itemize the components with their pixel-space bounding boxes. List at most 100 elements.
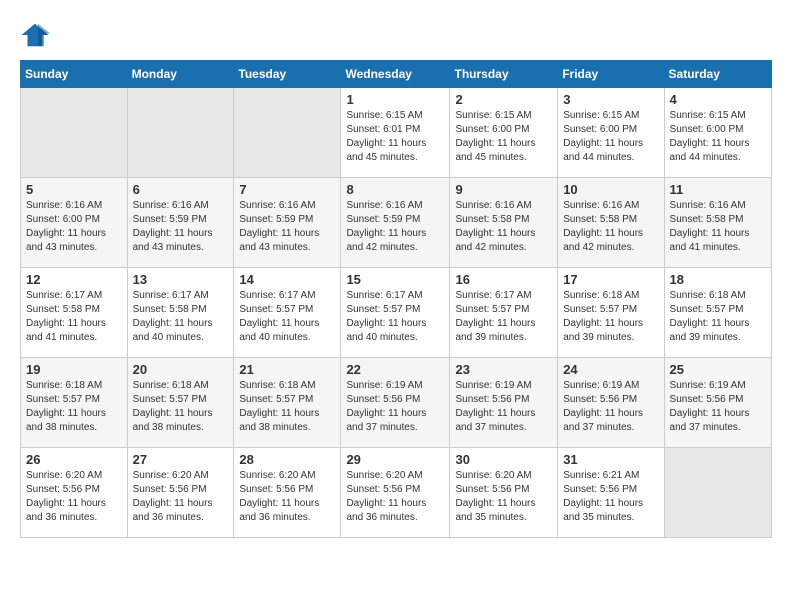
day-info: Sunrise: 6:16 AM Sunset: 5:58 PM Dayligh… — [455, 199, 552, 255]
day-number: 17 — [563, 272, 658, 287]
day-cell: 15 Sunrise: 6:17 AM Sunset: 5:57 PM Dayli… — [341, 268, 450, 358]
weekday-header-saturday: Saturday — [664, 61, 771, 88]
day-cell: 27 Sunrise: 6:20 AM Sunset: 5:56 PM Dayli… — [127, 448, 234, 538]
day-info: Sunrise: 6:18 AM Sunset: 5:57 PM Dayligh… — [670, 289, 766, 345]
day-info: Sunrise: 6:20 AM Sunset: 5:56 PM Dayligh… — [133, 469, 229, 525]
calendar-body: 1 Sunrise: 6:15 AM Sunset: 6:01 PM Daylig… — [21, 88, 772, 538]
day-cell: 13 Sunrise: 6:17 AM Sunset: 5:58 PM Dayli… — [127, 268, 234, 358]
day-number: 31 — [563, 452, 658, 467]
day-cell: 25Sunrise: 6:19 AM Sunset: 5:56 PM Dayli… — [664, 358, 771, 448]
page-header — [20, 20, 772, 50]
day-number: 20 — [133, 362, 229, 377]
day-number: 14 — [239, 272, 335, 287]
day-info: Sunrise: 6:21 AM Sunset: 5:56 PM Dayligh… — [563, 469, 658, 525]
day-number: 26 — [26, 452, 122, 467]
day-info: Sunrise: 6:15 AM Sunset: 6:01 PM Dayligh… — [346, 109, 444, 165]
day-cell: 26 Sunrise: 6:20 AM Sunset: 5:56 PM Dayli… — [21, 448, 128, 538]
day-cell: 29Sunrise: 6:20 AM Sunset: 5:56 PM Dayli… — [341, 448, 450, 538]
day-info: Sunrise: 6:17 AM Sunset: 5:58 PM Dayligh… — [26, 289, 122, 345]
day-cell: 20 Sunrise: 6:18 AM Sunset: 5:57 PM Dayli… — [127, 358, 234, 448]
day-number: 19 — [26, 362, 122, 377]
day-number: 5 — [26, 182, 122, 197]
day-number: 27 — [133, 452, 229, 467]
day-info: Sunrise: 6:20 AM Sunset: 5:56 PM Dayligh… — [346, 469, 444, 525]
day-number: 4 — [670, 92, 766, 107]
day-number: 10 — [563, 182, 658, 197]
day-cell: 10 Sunrise: 6:16 AM Sunset: 5:58 PM Dayli… — [558, 178, 664, 268]
day-info: Sunrise: 6:19 AM Sunset: 5:56 PM Dayligh… — [455, 379, 552, 435]
day-number: 7 — [239, 182, 335, 197]
day-info: Sunrise: 6:16 AM Sunset: 5:58 PM Dayligh… — [563, 199, 658, 255]
day-cell: 4 Sunrise: 6:15 AM Sunset: 6:00 PM Daylig… — [664, 88, 771, 178]
day-number: 16 — [455, 272, 552, 287]
day-info: Sunrise: 6:16 AM Sunset: 5:59 PM Dayligh… — [346, 199, 444, 255]
day-info: Sunrise: 6:18 AM Sunset: 5:57 PM Dayligh… — [133, 379, 229, 435]
week-row-2: 5 Sunrise: 6:16 AM Sunset: 6:00 PM Daylig… — [21, 178, 772, 268]
day-info: Sunrise: 6:19 AM Sunset: 5:56 PM Dayligh… — [346, 379, 444, 435]
day-info: Sunrise: 6:19 AM Sunset: 5:56 PM Dayligh… — [670, 379, 766, 435]
day-cell: 30Sunrise: 6:20 AM Sunset: 5:56 PM Dayli… — [450, 448, 558, 538]
day-number: 8 — [346, 182, 444, 197]
day-number: 21 — [239, 362, 335, 377]
day-cell: 9 Sunrise: 6:16 AM Sunset: 5:58 PM Daylig… — [450, 178, 558, 268]
day-cell: 31 Sunrise: 6:21 AM Sunset: 5:56 PM Dayli… — [558, 448, 664, 538]
day-number: 23 — [455, 362, 552, 377]
day-info: Sunrise: 6:15 AM Sunset: 6:00 PM Dayligh… — [455, 109, 552, 165]
day-info: Sunrise: 6:20 AM Sunset: 5:56 PM Dayligh… — [239, 469, 335, 525]
day-info: Sunrise: 6:16 AM Sunset: 5:58 PM Dayligh… — [670, 199, 766, 255]
weekday-header-sunday: Sunday — [21, 61, 128, 88]
week-row-3: 12 Sunrise: 6:17 AM Sunset: 5:58 PM Dayli… — [21, 268, 772, 358]
day-cell: 3Sunrise: 6:15 AM Sunset: 6:00 PM Daylig… — [558, 88, 664, 178]
day-info: Sunrise: 6:16 AM Sunset: 6:00 PM Dayligh… — [26, 199, 122, 255]
day-cell — [664, 448, 771, 538]
day-cell — [234, 88, 341, 178]
day-cell: 21 Sunrise: 6:18 AM Sunset: 5:57 PM Dayli… — [234, 358, 341, 448]
day-info: Sunrise: 6:18 AM Sunset: 5:57 PM Dayligh… — [239, 379, 335, 435]
week-row-4: 19 Sunrise: 6:18 AM Sunset: 5:57 PM Dayli… — [21, 358, 772, 448]
day-cell: 19 Sunrise: 6:18 AM Sunset: 5:57 PM Dayli… — [21, 358, 128, 448]
week-row-5: 26 Sunrise: 6:20 AM Sunset: 5:56 PM Dayli… — [21, 448, 772, 538]
day-cell: 17 Sunrise: 6:18 AM Sunset: 5:57 PM Dayli… — [558, 268, 664, 358]
day-cell: 16 Sunrise: 6:17 AM Sunset: 5:57 PM Dayli… — [450, 268, 558, 358]
day-cell: 7Sunrise: 6:16 AM Sunset: 5:59 PM Daylig… — [234, 178, 341, 268]
day-number: 22 — [346, 362, 444, 377]
day-info: Sunrise: 6:18 AM Sunset: 5:57 PM Dayligh… — [563, 289, 658, 345]
day-cell: 11 Sunrise: 6:16 AM Sunset: 5:58 PM Dayli… — [664, 178, 771, 268]
day-number: 1 — [346, 92, 444, 107]
weekday-header-friday: Friday — [558, 61, 664, 88]
weekday-header-monday: Monday — [127, 61, 234, 88]
calendar-table: SundayMondayTuesdayWednesdayThursdayFrid… — [20, 60, 772, 538]
day-number: 9 — [455, 182, 552, 197]
day-cell: 2 Sunrise: 6:15 AM Sunset: 6:00 PM Daylig… — [450, 88, 558, 178]
week-row-1: 1 Sunrise: 6:15 AM Sunset: 6:01 PM Daylig… — [21, 88, 772, 178]
day-cell: 28 Sunrise: 6:20 AM Sunset: 5:56 PM Dayli… — [234, 448, 341, 538]
weekday-header-wednesday: Wednesday — [341, 61, 450, 88]
day-number: 2 — [455, 92, 552, 107]
day-cell: 1 Sunrise: 6:15 AM Sunset: 6:01 PM Daylig… — [341, 88, 450, 178]
day-info: Sunrise: 6:17 AM Sunset: 5:57 PM Dayligh… — [239, 289, 335, 345]
logo-icon — [20, 20, 50, 50]
day-number: 13 — [133, 272, 229, 287]
day-number: 15 — [346, 272, 444, 287]
day-info: Sunrise: 6:17 AM Sunset: 5:58 PM Dayligh… — [133, 289, 229, 345]
day-cell: 23 Sunrise: 6:19 AM Sunset: 5:56 PM Dayli… — [450, 358, 558, 448]
day-info: Sunrise: 6:20 AM Sunset: 5:56 PM Dayligh… — [26, 469, 122, 525]
day-number: 12 — [26, 272, 122, 287]
day-info: Sunrise: 6:17 AM Sunset: 5:57 PM Dayligh… — [346, 289, 444, 345]
weekday-row: SundayMondayTuesdayWednesdayThursdayFrid… — [21, 61, 772, 88]
day-cell: 12 Sunrise: 6:17 AM Sunset: 5:58 PM Dayli… — [21, 268, 128, 358]
weekday-header-tuesday: Tuesday — [234, 61, 341, 88]
day-info: Sunrise: 6:18 AM Sunset: 5:57 PM Dayligh… — [26, 379, 122, 435]
day-number: 30 — [455, 452, 552, 467]
day-number: 6 — [133, 182, 229, 197]
day-number: 24 — [563, 362, 658, 377]
day-info: Sunrise: 6:16 AM Sunset: 5:59 PM Dayligh… — [133, 199, 229, 255]
day-info: Sunrise: 6:15 AM Sunset: 6:00 PM Dayligh… — [670, 109, 766, 165]
day-cell: 22 Sunrise: 6:19 AM Sunset: 5:56 PM Dayli… — [341, 358, 450, 448]
day-number: 11 — [670, 182, 766, 197]
day-cell: 8 Sunrise: 6:16 AM Sunset: 5:59 PM Daylig… — [341, 178, 450, 268]
day-info: Sunrise: 6:17 AM Sunset: 5:57 PM Dayligh… — [455, 289, 552, 345]
day-cell — [127, 88, 234, 178]
day-number: 28 — [239, 452, 335, 467]
day-cell: 5 Sunrise: 6:16 AM Sunset: 6:00 PM Daylig… — [21, 178, 128, 268]
